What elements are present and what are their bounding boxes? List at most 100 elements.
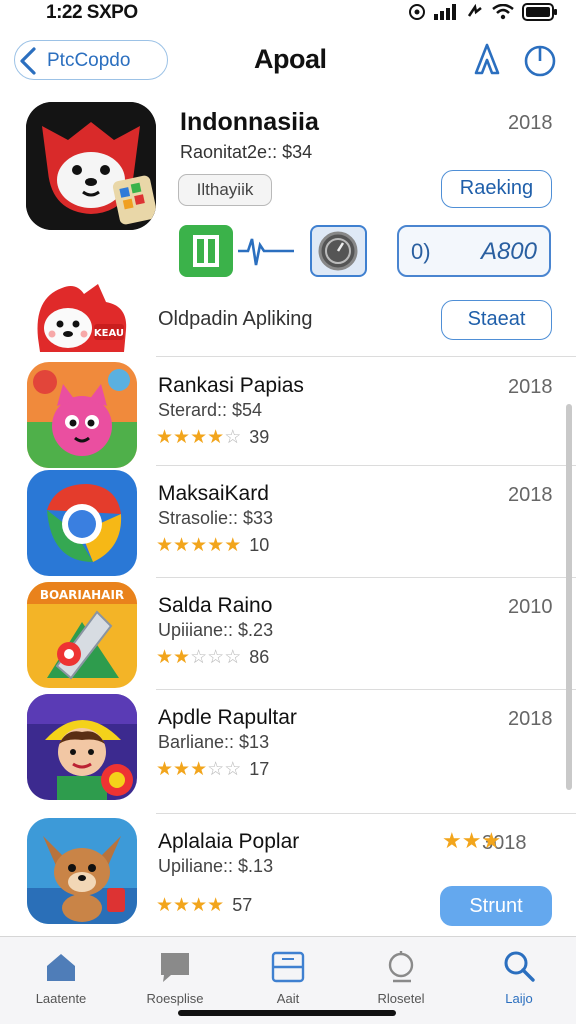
signal-icon [434, 4, 456, 20]
counter-value: A800 [480, 238, 537, 265]
svg-text:KEAU: KEAU [94, 328, 124, 339]
divider [156, 356, 576, 357]
app-icon[interactable] [27, 694, 137, 800]
star-rating: ★ ★ ★ ★ ★ 10 [156, 534, 269, 557]
status-icons [408, 3, 558, 21]
star-icon: ★ [190, 759, 208, 780]
rating-count: 10 [249, 535, 270, 555]
wifi-icon [492, 4, 514, 20]
app-icon[interactable] [27, 362, 137, 468]
tab-label: Laijo [505, 991, 533, 1006]
star-rating: ★ ★ ★ ★ 57 [156, 894, 252, 917]
app-icon[interactable]: BOARIAHAIR [27, 582, 137, 688]
tab-latest[interactable]: Laatente [6, 937, 116, 1007]
fox-game-icon [27, 818, 137, 924]
red-hood-mascot-icon: KEAU [37, 284, 127, 352]
app-price: Barliane:: $13 [158, 732, 270, 752]
star-icon: ★ [173, 427, 191, 448]
app-icon[interactable] [27, 470, 137, 576]
page-title: Apoal [254, 44, 327, 74]
grid-tool-button[interactable] [179, 225, 233, 277]
star-icon: ★ [156, 535, 174, 556]
star-icon: ★ [207, 427, 225, 448]
star-icon: ★ [156, 647, 174, 668]
category-chip[interactable]: Ilthayiik [178, 174, 272, 206]
waveform-icon [238, 238, 294, 266]
tab-search[interactable]: Laijo [464, 937, 574, 1007]
app-price: Upiiiane:: $.23 [158, 620, 274, 640]
get-button[interactable]: Strunt [440, 886, 552, 926]
svg-text:BOARIAHAIR: BOARIAHAIR [40, 588, 124, 602]
location-icon [409, 4, 425, 20]
app-row[interactable]: MaksaiKard Strasolie:: $33 2018 ★ ★ ★ ★ ★ 10 [0, 466, 576, 578]
star-icon: ★ [173, 759, 191, 780]
chrome-like-icon [27, 470, 137, 576]
app-year: 2018 [508, 708, 553, 730]
chat-icon [161, 953, 189, 982]
clock-icon [318, 231, 358, 271]
rating-count: 17 [249, 759, 270, 779]
star-icon: ★ [173, 647, 191, 668]
star-icon: ☆ [207, 759, 225, 780]
featured-app-icon[interactable] [26, 102, 156, 230]
featured-title: Indonnasiia [180, 108, 319, 136]
home-indicator [178, 1010, 396, 1016]
app-year: 2018 [508, 376, 553, 398]
rocket-game-icon: BOARIAHAIR [27, 582, 137, 688]
app-row[interactable]: Apdle Rapultar Barliane:: $13 2018 ★ ★ ★ ☆ ☆ 17 [0, 690, 576, 814]
tab-search-docs[interactable]: Rlosetel [346, 937, 456, 1007]
star-icon: ★ [173, 535, 191, 556]
tab-responses[interactable]: Roesplise [120, 937, 230, 1007]
battery-icon [522, 3, 557, 21]
rating-count: 86 [249, 647, 270, 667]
tab-label: Roesplise [146, 991, 204, 1006]
tab-label: Aait [276, 991, 300, 1006]
cartoon-boy-icon [27, 694, 137, 800]
star-icon: ☆ [207, 647, 225, 668]
home-icon [47, 954, 75, 981]
app-name: Rankasi Papias [158, 374, 304, 397]
app-icon[interactable] [27, 818, 137, 924]
featured-year: 2018 [508, 112, 553, 134]
app-name: MaksaiKard [158, 482, 269, 505]
tab-apps[interactable]: Aait [233, 937, 343, 1007]
tab-label: Rlosetel [377, 991, 425, 1006]
share-icon[interactable] [470, 42, 504, 78]
star-icon: ★ [156, 427, 174, 448]
star-rating: ★ ★ ★ ☆ ☆ 17 [156, 758, 269, 781]
apps-icon [271, 951, 305, 983]
app-price: Sterard:: $54 [158, 400, 263, 420]
featured-price: Raonitat2e:: $34 [180, 142, 313, 162]
mascot-app-icon[interactable]: KEAU [32, 280, 130, 354]
star-icon: ★ [207, 895, 225, 916]
scrollbar[interactable] [566, 404, 572, 790]
back-button[interactable]: PtcCopdo [14, 40, 168, 80]
counter-prefix: 0) [411, 239, 431, 264]
app-row[interactable]: Rankasi PapiasSterard:: $54 2018★ ★ ★ ★ ☆ 39 [0, 358, 576, 468]
power-icon[interactable] [522, 42, 558, 78]
status-bar: 1:22 SXPO [0, 0, 576, 28]
star-icon: ★ [156, 759, 174, 780]
star-icon: ★ [224, 535, 242, 556]
star-icon: ☆ [224, 759, 242, 780]
top-star-icons: ★★★ [442, 828, 502, 853]
score-counter[interactable]: 0) A800 [397, 225, 551, 277]
search-doc-icon [388, 951, 414, 983]
status-time: 1:22 SXPO [46, 2, 138, 23]
clock-tool-button[interactable] [310, 225, 367, 277]
star-rating: ★ ★ ★ ★ ☆ 39 [156, 426, 269, 449]
app-row[interactable]: BOARIAHAIR Salda Raino Upiiiane:: $.23 2010… [0, 578, 576, 690]
rating-count: 39 [249, 427, 270, 447]
star-icon: ★ [173, 895, 191, 916]
start-button[interactable]: Staeat [441, 300, 552, 340]
app-price: Upiliane:: $.13 [158, 856, 274, 876]
link-icon [467, 4, 482, 17]
star-icon: ★ [156, 895, 174, 916]
star-icon: ☆ [224, 647, 242, 668]
app-name: Salda Raino [158, 594, 273, 617]
star-icon: ★ [190, 427, 208, 448]
ranking-button[interactable]: Raeking [441, 170, 552, 208]
app-year: 2018 [508, 484, 553, 506]
back-label: PtcCopdo [47, 50, 131, 71]
columns-icon [193, 235, 219, 267]
